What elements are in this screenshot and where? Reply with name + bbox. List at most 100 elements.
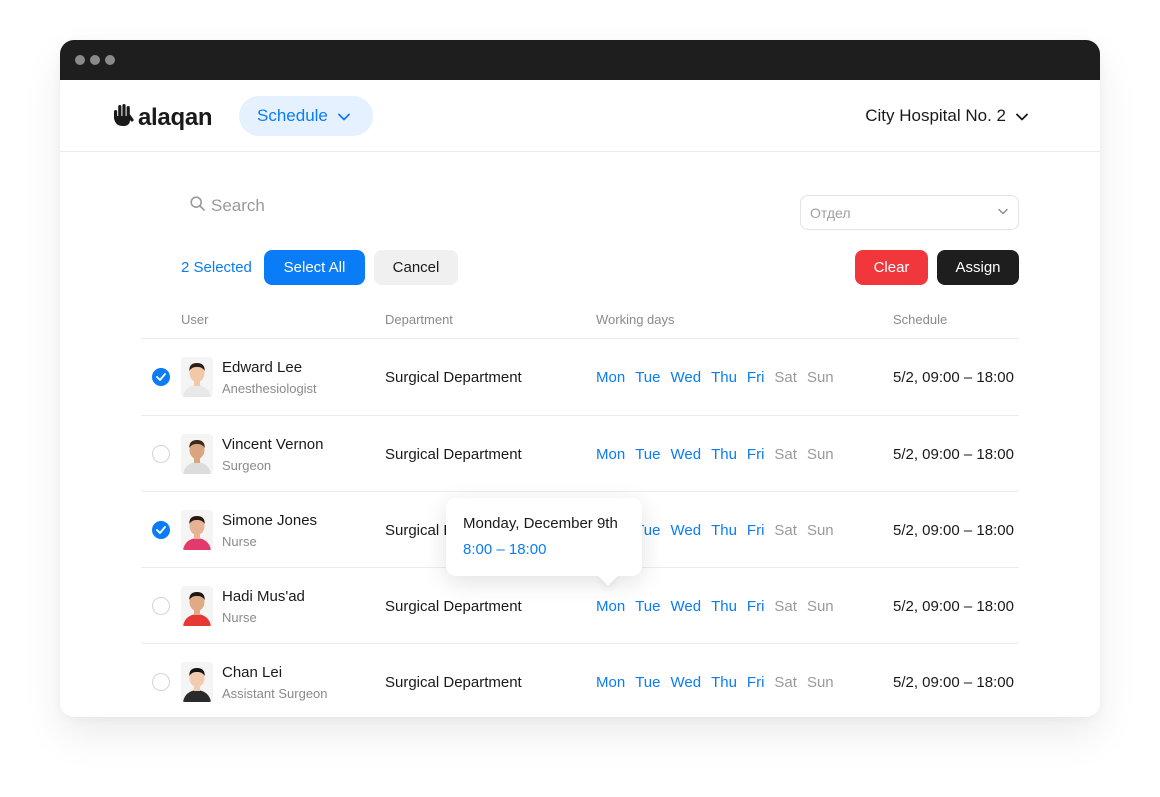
day-fri[interactable]: Fri [747, 369, 765, 386]
day-fri[interactable]: Fri [747, 598, 765, 615]
user-role: Surgeon [222, 458, 272, 473]
day-sun[interactable]: Sun [807, 522, 834, 539]
day-wed[interactable]: Wed [670, 674, 701, 691]
search-placeholder: Search [211, 196, 265, 215]
table-row[interactable]: Chan Lei Assistant Surgeon Surgical Depa… [141, 643, 1019, 717]
chevron-down-icon [328, 106, 350, 126]
table-row[interactable]: Edward Lee Anesthesiologist Surgical Dep… [141, 339, 1019, 415]
day-wed[interactable]: Wed [670, 522, 701, 539]
user-role: Nurse [222, 610, 257, 625]
search-icon [190, 196, 211, 216]
user-schedule: 5/2, 09:00 – 18:00 [893, 598, 1014, 615]
organization-name: City Hospital No. 2 [865, 106, 1006, 125]
working-days: Mon Tue Wed Thu Fri Sat Sun [596, 446, 844, 463]
day-sun[interactable]: Sun [807, 674, 834, 691]
day-tue[interactable]: Tue [635, 369, 660, 386]
day-mon[interactable]: Mon [596, 598, 625, 615]
row-checkbox[interactable] [152, 521, 170, 539]
user-name: Chan Lei [222, 664, 283, 681]
avatar [181, 662, 213, 702]
day-mon[interactable]: Mon [596, 369, 625, 386]
brand-name: alaqan [138, 103, 213, 131]
table-row[interactable]: Hadi Mus'ad Nurse Surgical Department Mo… [141, 567, 1019, 643]
row-checkbox[interactable] [152, 673, 170, 691]
day-thu[interactable]: Thu [711, 598, 737, 615]
day-wed[interactable]: Wed [670, 446, 701, 463]
module-switcher-button[interactable]: Schedule [239, 96, 373, 136]
select-all-button[interactable]: Select All [264, 250, 365, 285]
day-mon[interactable]: Mon [596, 446, 625, 463]
browser-window: alaqan Schedule City Hospital No. 2 Sear… [60, 40, 1100, 717]
day-tue[interactable]: Tue [635, 674, 660, 691]
department-placeholder: Отдел [810, 204, 851, 221]
selected-count: 2 Selected [181, 259, 252, 276]
user-department: Surgical Department [385, 446, 522, 463]
brand-logo[interactable]: alaqan [112, 103, 213, 132]
working-days: Mon Tue Wed Thu Fri Sat Sun [596, 674, 844, 691]
department-select[interactable]: Отдел [800, 195, 1019, 230]
day-sun[interactable]: Sun [807, 369, 834, 386]
hand-logo-icon [112, 103, 134, 132]
day-sun[interactable]: Sun [807, 446, 834, 463]
cancel-button[interactable]: Cancel [374, 250, 458, 285]
column-header-schedule: Schedule [893, 312, 948, 327]
user-role: Anesthesiologist [222, 381, 317, 396]
day-fri[interactable]: Fri [747, 522, 765, 539]
table-row[interactable]: Vincent Vernon Surgeon Surgical Departme… [141, 415, 1019, 491]
column-header-department: Department [385, 312, 453, 327]
app-header: alaqan Schedule City Hospital No. 2 [60, 80, 1100, 152]
user-role: Assistant Surgeon [222, 686, 328, 701]
tooltip-date: Monday, December 9th [463, 515, 618, 532]
column-header-working-days: Working days [596, 312, 675, 327]
clear-button[interactable]: Clear [855, 250, 928, 285]
avatar [181, 434, 213, 474]
day-sat[interactable]: Sat [774, 369, 797, 386]
working-days: Mon Tue Wed Thu Fri Sat Sun [596, 598, 844, 615]
user-schedule: 5/2, 09:00 – 18:00 [893, 446, 1014, 463]
day-thu[interactable]: Thu [711, 446, 737, 463]
day-tue[interactable]: Tue [635, 598, 660, 615]
window-dot [105, 55, 115, 65]
day-thu[interactable]: Thu [711, 369, 737, 386]
row-checkbox[interactable] [152, 445, 170, 463]
user-name: Vincent Vernon [222, 436, 324, 453]
user-schedule: 5/2, 09:00 – 18:00 [893, 522, 1014, 539]
avatar [181, 586, 213, 626]
day-mon[interactable]: Mon [596, 674, 625, 691]
day-fri[interactable]: Fri [747, 446, 765, 463]
day-sat[interactable]: Sat [774, 446, 797, 463]
day-tue[interactable]: Tue [635, 446, 660, 463]
day-thu[interactable]: Thu [711, 674, 737, 691]
day-schedule-tooltip: Monday, December 9th 8:00 – 18:00 [446, 498, 642, 576]
day-sat[interactable]: Sat [774, 522, 797, 539]
day-sun[interactable]: Sun [807, 598, 834, 615]
search-input[interactable]: Search [190, 196, 265, 216]
chevron-down-icon [1006, 106, 1028, 126]
organization-switcher[interactable]: City Hospital No. 2 [865, 106, 1028, 126]
row-checkbox[interactable] [152, 597, 170, 615]
user-name: Hadi Mus'ad [222, 588, 305, 605]
day-fri[interactable]: Fri [747, 674, 765, 691]
avatar [181, 510, 213, 550]
user-role: Nurse [222, 534, 257, 549]
day-thu[interactable]: Thu [711, 522, 737, 539]
user-name: Simone Jones [222, 512, 318, 529]
window-dot [90, 55, 100, 65]
user-name: Edward Lee [222, 359, 303, 376]
day-sat[interactable]: Sat [774, 598, 797, 615]
user-schedule: 5/2, 09:00 – 18:00 [893, 674, 1014, 691]
day-sat[interactable]: Sat [774, 674, 797, 691]
avatar [181, 357, 213, 397]
assign-button[interactable]: Assign [937, 250, 1019, 285]
module-label: Schedule [257, 106, 328, 125]
user-schedule: 5/2, 09:00 – 18:00 [893, 369, 1014, 386]
user-department: Surgical Department [385, 674, 522, 691]
user-department: Surgical Department [385, 598, 522, 615]
row-checkbox[interactable] [152, 368, 170, 386]
window-titlebar [60, 40, 1100, 80]
user-department: Surgical Department [385, 369, 522, 386]
day-wed[interactable]: Wed [670, 369, 701, 386]
tooltip-time: 8:00 – 18:00 [463, 541, 547, 558]
day-wed[interactable]: Wed [670, 598, 701, 615]
column-header-user: User [181, 312, 209, 327]
